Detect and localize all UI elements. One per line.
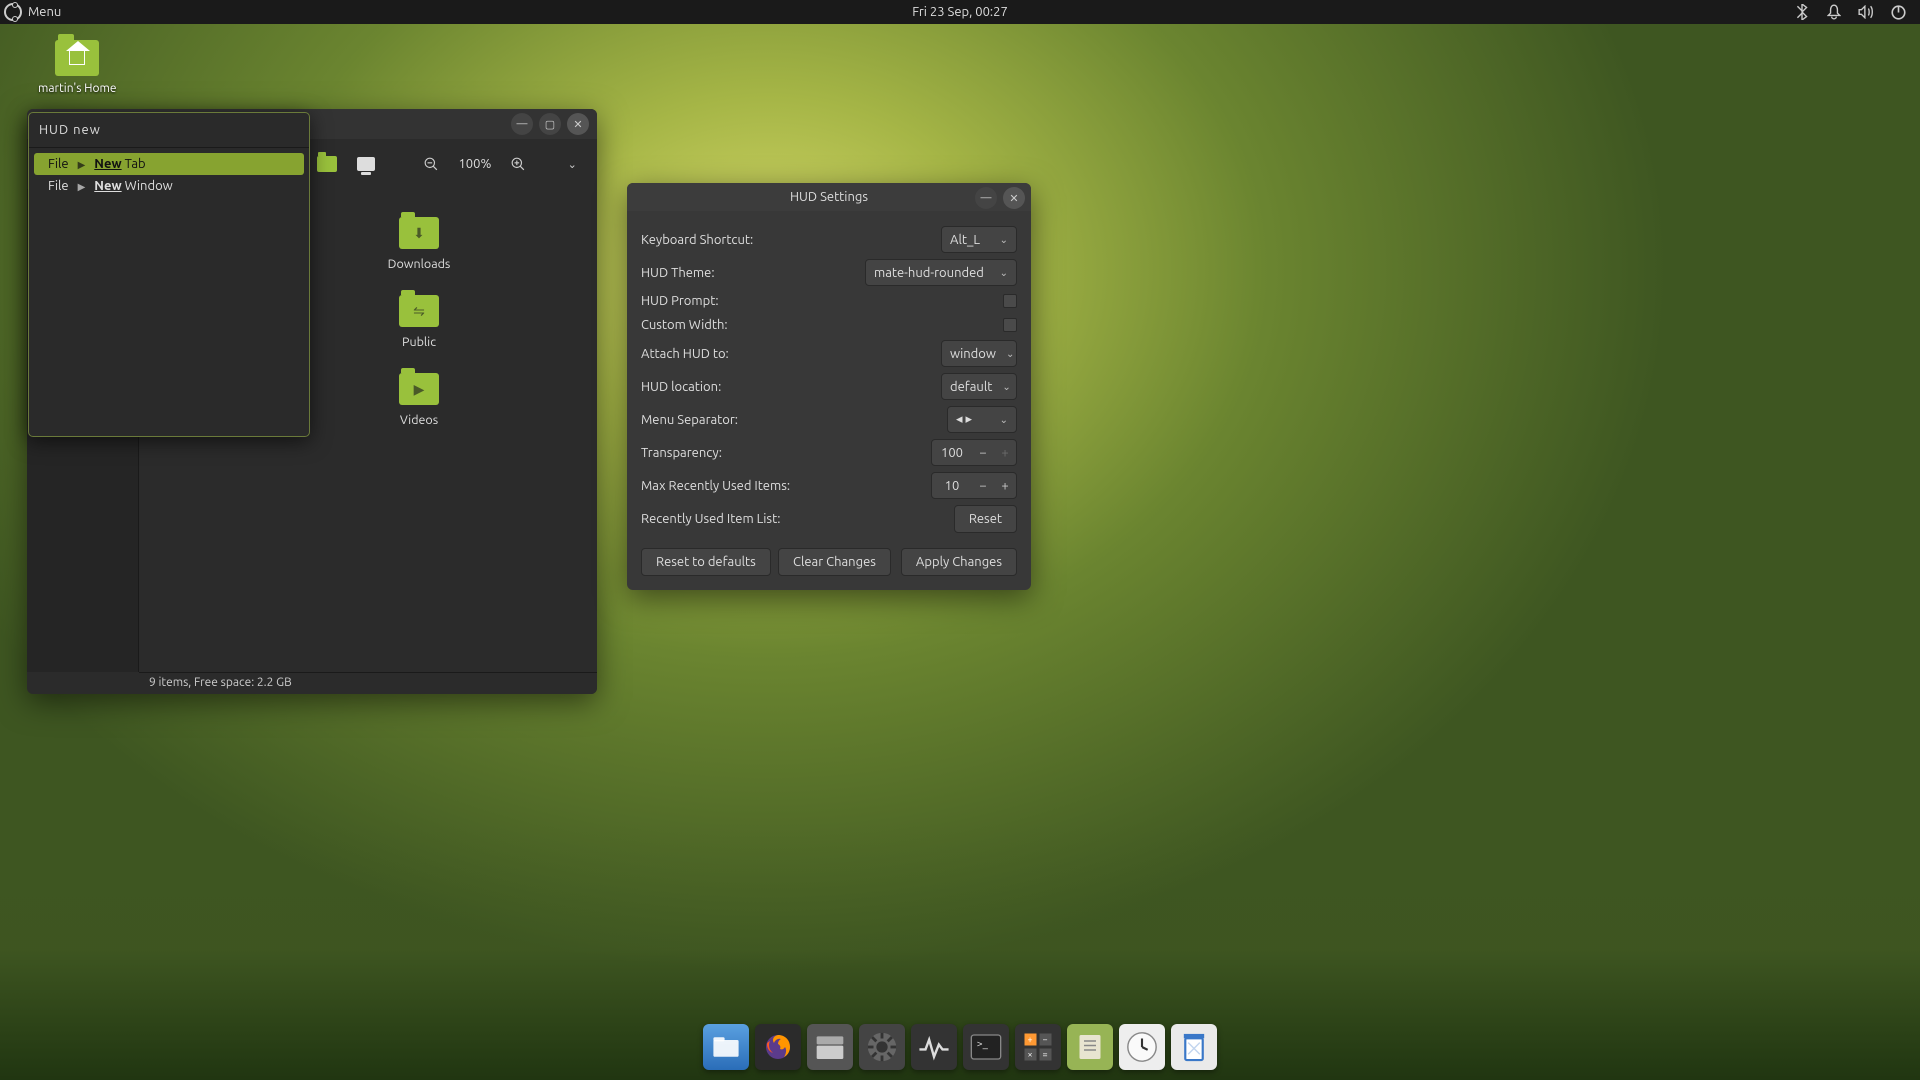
recent-list-label: Recently Used Item List:	[641, 512, 954, 526]
transparency-spinner[interactable]: 100 − +	[931, 439, 1017, 466]
close-button[interactable]: ✕	[1003, 187, 1025, 209]
dock: >_ +−× =	[697, 1020, 1223, 1074]
max-recent-label: Max Recently Used Items:	[641, 479, 931, 493]
folder-downloads[interactable]: ⬇ Downloads	[369, 217, 469, 271]
desktop-home-label: martin's Home	[38, 82, 117, 95]
hud-search-input[interactable]: HUD new	[29, 113, 309, 148]
folder-icon: ⬇	[399, 217, 439, 249]
folder-videos[interactable]: ▶ Videos	[369, 373, 469, 427]
folder-label: Public	[369, 335, 469, 349]
minimize-button[interactable]: —	[975, 187, 997, 209]
menu-button[interactable]: Menu	[28, 5, 61, 19]
prompt-checkbox[interactable]	[1003, 294, 1017, 308]
chevron-down-icon: ⌄	[1006, 348, 1014, 360]
custom-width-checkbox[interactable]	[1003, 318, 1017, 332]
theme-label: HUD Theme:	[641, 266, 865, 280]
chevron-down-icon: ⌄	[1002, 381, 1010, 393]
separator-label: Menu Separator:	[641, 413, 947, 427]
dock-settings[interactable]	[859, 1024, 905, 1070]
minimize-button[interactable]: —	[511, 113, 533, 135]
increment-button[interactable]: +	[994, 479, 1016, 493]
separator-icon: ▶	[78, 181, 86, 192]
location-label: HUD location:	[641, 380, 941, 394]
notifications-icon[interactable]	[1826, 4, 1842, 20]
shortcut-dropdown[interactable]: Alt_L⌄	[941, 226, 1017, 253]
desktop-home-folder[interactable]: martin's Home	[38, 40, 117, 95]
hud-result-rest: Window	[122, 179, 173, 193]
hud-result-menu: File	[48, 179, 69, 193]
svg-text:=: =	[1043, 1050, 1048, 1060]
chevron-down-icon: ⌄	[1000, 267, 1008, 279]
dock-firefox[interactable]	[755, 1024, 801, 1070]
panel-clock[interactable]: Fri 23 Sep, 00:27	[912, 5, 1008, 19]
folder-label: Videos	[369, 413, 469, 427]
hud-settings-titlebar[interactable]: HUD Settings — ✕	[627, 183, 1031, 211]
hud-settings-title: HUD Settings	[790, 190, 868, 204]
view-menu-icon[interactable]: ⌄	[565, 155, 579, 173]
folder-icon: ⇋	[399, 295, 439, 327]
maximize-button[interactable]: ▢	[539, 113, 561, 135]
home-toolbar-icon[interactable]	[317, 155, 337, 173]
hud-result-item[interactable]: File ▶ New Tab	[34, 153, 304, 175]
max-recent-spinner[interactable]: 10 − +	[931, 472, 1017, 499]
folder-icon: ▶	[399, 373, 439, 405]
hud-result-menu: File	[48, 157, 69, 171]
folder-public[interactable]: ⇋ Public	[369, 295, 469, 349]
dock-system-monitor[interactable]	[911, 1024, 957, 1070]
distro-logo-icon[interactable]	[4, 3, 22, 21]
power-icon[interactable]	[1890, 4, 1906, 20]
svg-text:+: +	[1028, 1035, 1033, 1045]
hud-result-match: New	[94, 179, 121, 193]
zoom-out-icon[interactable]	[424, 155, 438, 173]
hud-result-match: New	[94, 157, 121, 171]
prompt-label: HUD Prompt:	[641, 294, 1003, 308]
location-dropdown[interactable]: default⌄	[941, 373, 1017, 400]
reset-button[interactable]: Reset	[954, 505, 1017, 533]
dock-file-manager[interactable]	[807, 1024, 853, 1070]
fm-statusbar: 9 items, Free space: 2.2 GB	[139, 672, 597, 694]
volume-icon[interactable]	[1858, 4, 1874, 20]
chevron-down-icon: ⌄	[1000, 234, 1008, 246]
svg-text:>_: >_	[977, 1038, 989, 1050]
dock-trash[interactable]	[1171, 1024, 1217, 1070]
separator-dropdown[interactable]: ◂ ▸⌄	[947, 406, 1017, 433]
apply-changes-button[interactable]: Apply Changes	[901, 548, 1017, 576]
hud-result-item[interactable]: File ▶ New Window	[34, 175, 304, 197]
dock-calculator[interactable]: +−× =	[1015, 1024, 1061, 1070]
decrement-button[interactable]: −	[972, 479, 994, 493]
home-folder-icon	[55, 40, 99, 76]
close-button[interactable]: ✕	[567, 113, 589, 135]
chevron-down-icon: ⌄	[1000, 414, 1008, 426]
zoom-in-icon[interactable]	[511, 155, 525, 173]
top-panel: Menu Fri 23 Sep, 00:27	[0, 0, 1920, 24]
dock-terminal[interactable]: >_	[963, 1024, 1009, 1070]
zoom-level: 100%	[458, 157, 491, 171]
svg-text:−: −	[1043, 1035, 1048, 1045]
svg-text:×: ×	[1028, 1050, 1033, 1060]
decrement-button[interactable]: −	[972, 446, 994, 460]
attach-label: Attach HUD to:	[641, 347, 941, 361]
attach-dropdown[interactable]: window⌄	[941, 340, 1017, 367]
folder-label: Downloads	[369, 257, 469, 271]
clear-changes-button[interactable]: Clear Changes	[778, 548, 891, 576]
bluetooth-icon[interactable]	[1794, 4, 1810, 20]
increment-button: +	[994, 446, 1016, 460]
separator-icon: ▶	[78, 159, 86, 170]
theme-dropdown[interactable]: mate-hud-rounded⌄	[865, 259, 1017, 286]
computer-toolbar-icon[interactable]	[357, 155, 375, 173]
shortcut-label: Keyboard Shortcut:	[641, 233, 941, 247]
hud-popover: HUD new File ▶ New Tab File ▶ New Window	[28, 112, 310, 437]
hud-result-rest: Tab	[122, 157, 146, 171]
dock-files[interactable]	[703, 1024, 749, 1070]
custom-width-label: Custom Width:	[641, 318, 1003, 332]
hud-settings-window: HUD Settings — ✕ Keyboard Shortcut: Alt_…	[627, 183, 1031, 590]
transparency-label: Transparency:	[641, 446, 931, 460]
dock-clock[interactable]	[1119, 1024, 1165, 1070]
dock-notes[interactable]	[1067, 1024, 1113, 1070]
reset-defaults-button[interactable]: Reset to defaults	[641, 548, 771, 576]
